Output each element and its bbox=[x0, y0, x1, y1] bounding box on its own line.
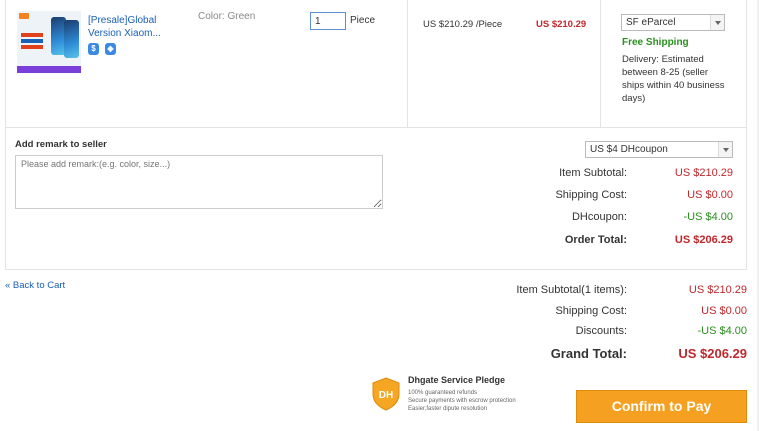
grand-total-label: Grand Total: bbox=[550, 346, 627, 361]
confirm-to-pay-button[interactable]: Confirm to Pay bbox=[576, 390, 747, 423]
pledge-title: Dhgate Service Pledge bbox=[408, 375, 506, 385]
unit-price: US $210.29 /Piece bbox=[423, 19, 503, 30]
remark-label: Add remark to seller bbox=[15, 139, 107, 150]
grand-total-value: US $206.29 bbox=[678, 346, 747, 361]
shipping-method-value: SF eParcel bbox=[626, 17, 676, 28]
discounts-label: Discounts: bbox=[575, 325, 627, 337]
brand-logo bbox=[19, 13, 29, 19]
promo-tag bbox=[21, 45, 43, 49]
color-label: Color: bbox=[198, 11, 225, 22]
shield-badge-icon: ◈ bbox=[105, 43, 116, 55]
back-to-cart-link[interactable]: « Back to Cart bbox=[5, 280, 65, 291]
column-divider bbox=[407, 0, 408, 127]
pledge-line: 100% guaranteed refunds bbox=[408, 390, 478, 396]
coupon-value: US $4 DHcoupon bbox=[590, 144, 668, 155]
unit-label: Piece bbox=[350, 15, 376, 26]
shipping-method-select[interactable]: SF eParcel bbox=[621, 14, 725, 31]
grand-shipping-cost-label: Shipping Cost: bbox=[555, 305, 627, 317]
grand-shipping-cost-value: US $0.00 bbox=[701, 305, 747, 317]
line-total: US $210.29 bbox=[536, 19, 587, 30]
dhcoupon-label: DHcoupon: bbox=[571, 211, 627, 223]
order-total-label: Order Total: bbox=[564, 234, 627, 246]
grand-item-subtotal-label: Item Subtotal(1 items): bbox=[516, 284, 627, 296]
color-value: Green bbox=[227, 11, 256, 22]
dhcoupon-value: -US $4.00 bbox=[683, 211, 733, 223]
phone-image bbox=[64, 20, 79, 58]
dollar-badge-icon: $ bbox=[88, 43, 99, 55]
shipping-cost-label: Shipping Cost: bbox=[555, 189, 627, 201]
svg-text:DH: DH bbox=[379, 390, 393, 401]
pledge-line: Easier,faster dipute resolution bbox=[408, 406, 488, 412]
coupon-select[interactable]: US $4 DHcoupon bbox=[585, 141, 733, 158]
product-title-link[interactable]: [Presale]Global Version Xiaom... bbox=[88, 14, 183, 40]
quantity-input[interactable] bbox=[310, 12, 346, 30]
promo-strip bbox=[17, 66, 81, 73]
promo-tag bbox=[21, 33, 43, 37]
delivery-estimate: Delivery: Estimated between 8-25 (seller… bbox=[622, 54, 725, 104]
row-divider bbox=[5, 127, 747, 128]
column-divider bbox=[600, 0, 601, 127]
item-subtotal-label: Item Subtotal: bbox=[559, 167, 627, 179]
pledge-line: Secure payments with escrow protection bbox=[408, 398, 516, 404]
promo-tag bbox=[21, 39, 43, 43]
order-total-value: US $206.29 bbox=[674, 234, 733, 246]
free-shipping-label: Free Shipping bbox=[622, 37, 689, 48]
discounts-value: -US $4.00 bbox=[697, 325, 747, 337]
grand-item-subtotal-value: US $210.29 bbox=[688, 284, 747, 296]
item-subtotal-value: US $210.29 bbox=[674, 167, 733, 179]
remark-textarea[interactable] bbox=[15, 155, 383, 209]
product-thumbnail[interactable] bbox=[17, 11, 81, 73]
chevron-down-icon bbox=[710, 15, 724, 30]
color-attribute: Color: Green bbox=[198, 11, 255, 22]
chevron-down-icon bbox=[718, 142, 732, 157]
dhgate-shield-icon: DH bbox=[372, 377, 400, 411]
shipping-cost-value: US $0.00 bbox=[687, 189, 733, 201]
